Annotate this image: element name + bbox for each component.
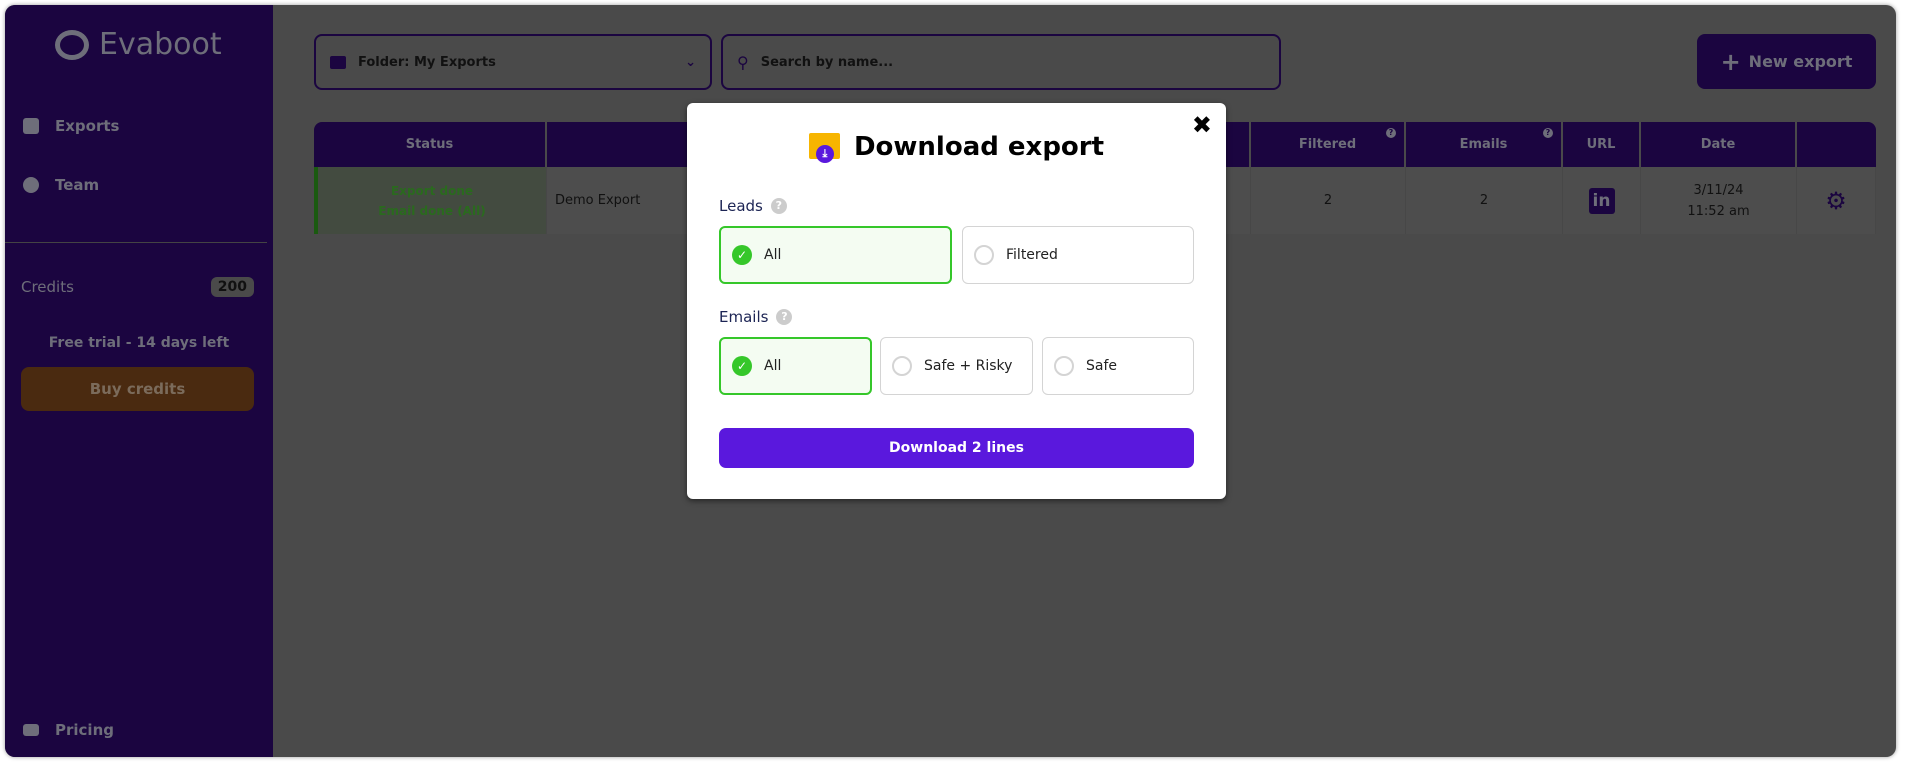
logo[interactable]: Evaboot <box>55 27 222 62</box>
sidebar-item-team[interactable]: Team <box>23 176 99 194</box>
url-cell: in <box>1563 167 1641 234</box>
header-date: Date <box>1641 122 1797 167</box>
check-circle-icon: ✓ <box>732 356 752 376</box>
emails-cell: 2 <box>1406 167 1563 234</box>
filtered-cell: 2 <box>1251 167 1406 234</box>
new-export-button[interactable]: + New export <box>1697 34 1876 89</box>
download-button[interactable]: Download 2 lines <box>719 428 1194 468</box>
leads-option-all[interactable]: ✓ All <box>719 226 952 284</box>
emails-option-safe[interactable]: Safe <box>1042 337 1194 395</box>
help-icon[interactable]: ? <box>776 309 793 325</box>
search-input[interactable]: ⚲ Search by name... <box>721 34 1281 90</box>
trial-status: Free trial - 14 days left <box>48 335 230 351</box>
folder-icon <box>330 55 346 69</box>
leads-option-filtered[interactable]: Filtered <box>962 226 1194 284</box>
chevron-down-icon: ⌄ <box>685 54 696 70</box>
credits: Credits 200 <box>21 277 254 297</box>
help-icon[interactable]: ? <box>1386 128 1396 138</box>
header-emails: Emails? <box>1406 122 1563 167</box>
status-cell: Export done Email done (All) <box>314 167 547 234</box>
radio-icon <box>892 356 912 376</box>
emails-option-all[interactable]: ✓ All <box>719 337 872 395</box>
help-icon[interactable]: ? <box>770 198 787 214</box>
modal-title: ⤓ Download export <box>687 131 1226 163</box>
search-icon: ⚲ <box>737 52 749 72</box>
team-icon <box>23 177 39 193</box>
buy-credits-button[interactable]: Buy credits <box>21 367 254 411</box>
emails-option-safe-risky[interactable]: Safe + Risky <box>880 337 1033 395</box>
sidebar-item-exports[interactable]: Exports <box>23 117 119 135</box>
gear-icon[interactable]: ⚙ <box>1797 167 1876 234</box>
folder-select[interactable]: Folder: My Exports ⌄ <box>314 34 712 90</box>
header-status: Status <box>314 122 547 167</box>
export-icon <box>23 118 39 134</box>
credit-card-icon <box>23 724 39 736</box>
credits-badge: 200 <box>210 277 254 297</box>
divider <box>5 242 267 243</box>
emails-label: Emails? <box>719 308 793 326</box>
download-export-modal: ✖ ⤓ Download export Leads? ✓ All Filtered… <box>687 103 1226 499</box>
header-actions <box>1797 122 1876 167</box>
leads-label: Leads? <box>719 197 787 215</box>
date-cell: 3/11/24 11:52 am <box>1641 167 1797 234</box>
sidebar-item-pricing[interactable]: Pricing <box>23 721 114 739</box>
linkedin-icon[interactable]: in <box>1588 187 1615 214</box>
header-url: URL <box>1563 122 1641 167</box>
radio-icon <box>1054 356 1074 376</box>
folder-download-icon: ⤓ <box>808 131 840 163</box>
plus-icon: + <box>1720 47 1741 76</box>
check-circle-icon: ✓ <box>732 245 752 265</box>
sidebar: Evaboot Exports Team Credits 200 Free tri… <box>5 5 273 757</box>
header-filtered: Filtered? <box>1251 122 1406 167</box>
radio-icon <box>974 245 994 265</box>
evaboot-logo-icon <box>55 29 89 60</box>
help-icon[interactable]: ? <box>1543 128 1553 138</box>
